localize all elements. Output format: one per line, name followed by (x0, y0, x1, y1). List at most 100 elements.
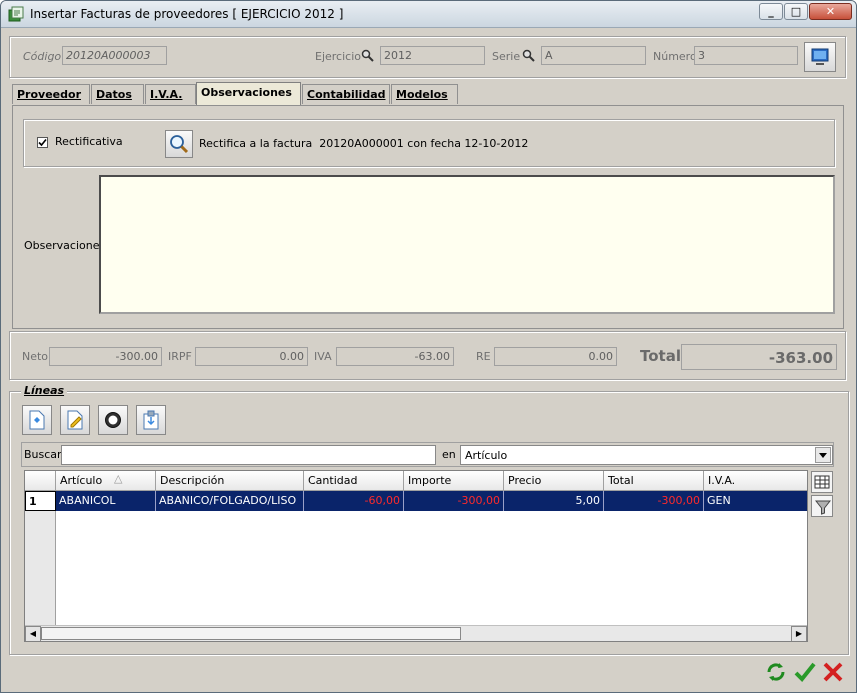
table-row[interactable]: 1 ABANICOL ABANICO/FOLGADO/LISO -60,00 -… (25, 491, 807, 511)
refresh-button[interactable] (765, 661, 787, 683)
checkmark-icon (794, 662, 816, 682)
maximize-icon: □ (790, 5, 802, 18)
scroll-left-button[interactable]: ◀ (25, 626, 41, 641)
magnifier-icon (170, 135, 189, 154)
cell-iva[interactable]: GEN (704, 491, 807, 511)
maximize-button[interactable]: □ (784, 3, 808, 20)
scrollbar-thumb[interactable] (41, 627, 461, 640)
dropdown-button[interactable] (815, 447, 831, 463)
clipboard-icon (143, 410, 159, 430)
neto-field: -300.00 (49, 347, 162, 366)
field-select-value: Artículo (465, 449, 508, 462)
close-icon: ✕ (825, 5, 836, 18)
delete-icon (105, 412, 121, 428)
checkmark-icon (38, 138, 47, 147)
cell-precio[interactable]: 5,00 (504, 491, 604, 511)
codigo-label: Código (23, 50, 62, 63)
row-indicator-header (25, 471, 56, 491)
app-icon (8, 6, 24, 22)
column-header-importe[interactable]: Importe (404, 471, 504, 491)
row-indicator-column (25, 491, 56, 641)
filter-button[interactable] (811, 495, 833, 517)
new-line-button[interactable] (22, 405, 52, 435)
tab-observaciones[interactable]: Observaciones (196, 82, 301, 106)
lines-grid: Artículo △ Descripción Cantidad Importe … (24, 470, 808, 642)
filter-icon (815, 500, 831, 515)
neto-label: Neto (22, 350, 49, 363)
re-label: RE (476, 350, 491, 363)
column-header-total[interactable]: Total (604, 471, 704, 491)
cell-articulo[interactable]: ABANICOL (56, 491, 156, 511)
minimize-button[interactable]: _ (759, 3, 783, 20)
search-icon[interactable] (361, 49, 374, 62)
tab-panel-observaciones: Rectificativa Rectifica a la factura 201… (12, 105, 844, 329)
ejercicio-field[interactable]: 2012 (380, 46, 485, 65)
sort-asc-icon: △ (114, 472, 123, 485)
monitor-icon (811, 48, 829, 65)
lineas-title: Líneas (21, 384, 68, 397)
window-title: Insertar Facturas de proveedores [ EJERC… (30, 7, 344, 21)
accept-button[interactable] (794, 661, 816, 683)
main-window: Insertar Facturas de proveedores [ EJERC… (0, 0, 857, 693)
column-header-iva[interactable]: I.V.A. (704, 471, 807, 491)
column-header-cantidad[interactable]: Cantidad (304, 471, 404, 491)
iva-field: -63.00 (336, 347, 454, 366)
import-line-button[interactable] (136, 405, 166, 435)
observaciones-label: Observaciones (24, 239, 106, 252)
delete-line-button[interactable] (98, 405, 128, 435)
cell-descripcion[interactable]: ABANICO/FOLGADO/LISO (156, 491, 304, 511)
client-area: Código 20120A000003 Ejercicio 2012 Serie… (4, 28, 853, 688)
title-bar: Insertar Facturas de proveedores [ EJERC… (1, 1, 856, 28)
tab-modelos[interactable]: Modelos (391, 84, 458, 104)
column-header-descripcion[interactable]: Descripción (156, 471, 304, 491)
buscar-input[interactable] (61, 445, 436, 465)
column-header-articulo[interactable]: Artículo △ (56, 471, 156, 491)
refresh-icon (767, 663, 785, 681)
grid-icon (814, 475, 830, 489)
tab-datos[interactable]: Datos (91, 84, 144, 104)
scroll-right-button[interactable]: ▶ (791, 626, 807, 641)
cancel-button[interactable] (822, 661, 844, 683)
en-label: en (442, 448, 456, 461)
zoom-invoice-button[interactable] (165, 130, 193, 158)
re-field: 0.00 (494, 347, 617, 366)
tab-iva[interactable]: I.V.A. (145, 84, 196, 104)
codigo-field: 20120A000003 (62, 46, 167, 65)
grid-layout-button[interactable] (811, 471, 833, 493)
iva-label: IVA (314, 350, 332, 363)
cell-importe[interactable]: -300,00 (404, 491, 504, 511)
chevron-down-icon (819, 453, 827, 458)
column-header-label: Artículo (60, 474, 103, 487)
field-select[interactable]: Artículo (460, 445, 833, 465)
ejercicio-label: Ejercicio (315, 50, 361, 63)
serie-field[interactable]: A (541, 46, 646, 65)
edit-document-icon (67, 410, 83, 430)
total-field: -363.00 (681, 344, 837, 370)
numero-label: Número (653, 50, 697, 63)
column-header-precio[interactable]: Precio (504, 471, 604, 491)
horizontal-scrollbar[interactable]: ◀ ▶ (25, 625, 807, 641)
minimize-icon: _ (768, 5, 774, 18)
observaciones-textarea[interactable] (99, 175, 835, 314)
new-document-icon (29, 410, 45, 430)
total-label: Total (640, 347, 681, 365)
cell-cantidad[interactable]: -60,00 (304, 491, 404, 511)
numero-field: 3 (694, 46, 798, 65)
serie-label: Serie (492, 50, 521, 63)
irpf-label: IRPF (168, 350, 192, 363)
monitor-button[interactable] (804, 42, 836, 72)
cell-total[interactable]: -300,00 (604, 491, 704, 511)
rectificativa-label: Rectificativa (55, 135, 123, 148)
search-icon[interactable] (522, 49, 535, 62)
edit-line-button[interactable] (60, 405, 90, 435)
close-button[interactable]: ✕ (809, 3, 852, 20)
tab-contabilidad[interactable]: Contabilidad (302, 84, 390, 104)
row-index: 1 (25, 491, 56, 511)
irpf-field: 0.00 (195, 347, 308, 366)
tab-proveedor[interactable]: Proveedor (12, 84, 90, 104)
buscar-label: Buscar (24, 448, 62, 461)
rectificativa-checkbox[interactable] (37, 137, 48, 148)
rectifica-text: Rectifica a la factura 20120A000001 con … (199, 137, 529, 150)
cancel-x-icon (823, 662, 843, 682)
grid-header-row: Artículo △ Descripción Cantidad Importe … (25, 471, 807, 491)
